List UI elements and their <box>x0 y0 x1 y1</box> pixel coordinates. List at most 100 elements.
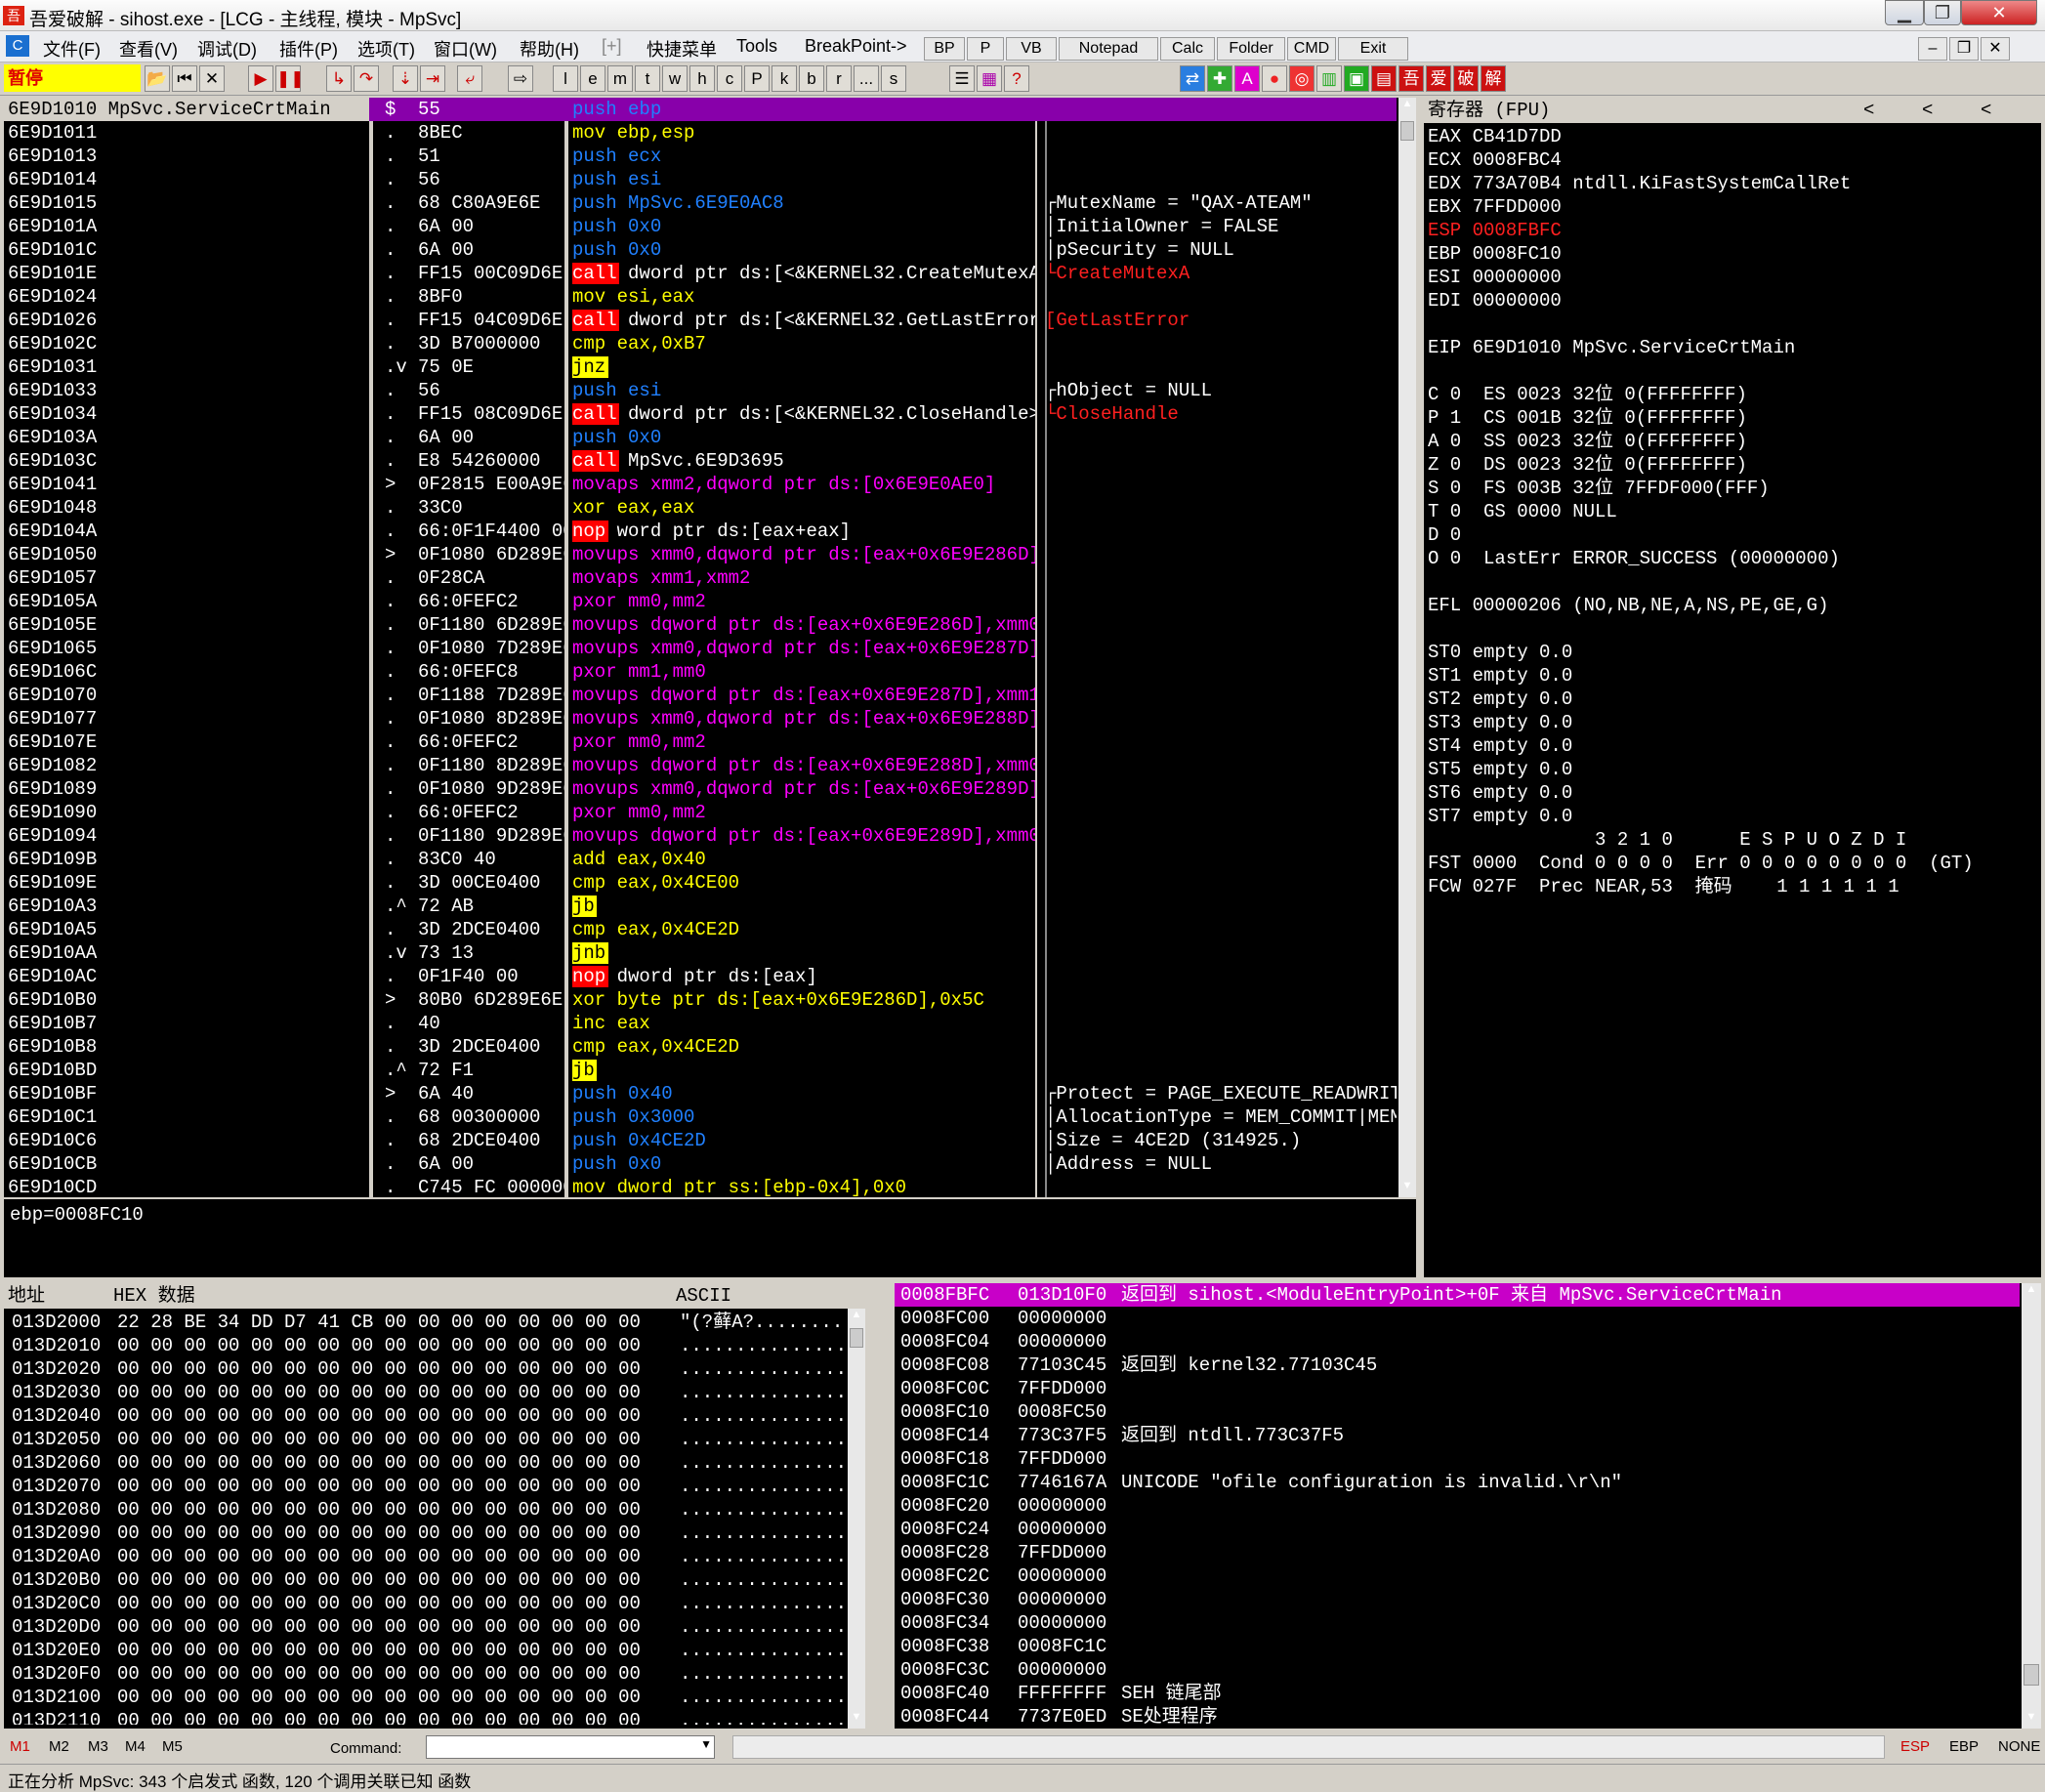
trace-over-icon[interactable]: ⇥ <box>420 65 445 92</box>
dump-row[interactable]: 013D2040 00 00 00 00 00 00 00 00 00 00 00… <box>8 1404 844 1428</box>
disasm-row[interactable]: 6E9D1057. 0F28CA movaps xmm1,xmm2 <box>4 566 1397 590</box>
disasm-row[interactable]: 6E9D101E. FF15 00C09D6E call dword ptr ds:… <box>4 262 1397 285</box>
toolbar-h-button[interactable]: h <box>689 65 715 92</box>
box-icon[interactable]: ▣ <box>1344 65 1369 92</box>
stack-row[interactable]: 0008FC28 7FFDD000 <box>895 1541 2020 1564</box>
disasm-row[interactable]: 6E9D107E. 66:0FEFC2 pxor mm0,mm2 <box>4 730 1397 754</box>
disasm-row[interactable]: 6E9D103A. 6A 00 push 0x0 <box>4 426 1397 449</box>
stack-row[interactable]: 0008FC08 77103C45 返回到 kernel32.77103C45 <box>895 1354 2020 1377</box>
toolbar-t-button[interactable]: t <box>635 65 660 92</box>
menu-tools[interactable]: Tools <box>736 36 777 57</box>
stack-row[interactable]: 0008FC10 0008FC50 <box>895 1400 2020 1424</box>
menu-options[interactable]: 选项(T) <box>357 36 415 62</box>
stack-row[interactable]: 0008FBFC 013D10F0 返回到 sihost.<ModuleEntryP… <box>895 1283 2020 1307</box>
vb-button[interactable]: VB <box>1006 37 1057 61</box>
stack-row[interactable]: 0008FC3C 00000000 <box>895 1658 2020 1682</box>
grid-icon[interactable]: ▦ <box>977 65 1002 92</box>
dump-row[interactable]: 013D2080 00 00 00 00 00 00 00 00 00 00 00… <box>8 1498 844 1521</box>
close-button[interactable]: ✕ <box>1961 0 2037 25</box>
menu-plugins[interactable]: 插件(P) <box>279 36 338 62</box>
disasm-row[interactable]: 6E9D10B8. 3D 2DCE0400 cmp eax,0x4CE2D <box>4 1035 1397 1059</box>
dump-row[interactable]: 013D20C0 00 00 00 00 00 00 00 00 00 00 00… <box>8 1592 844 1615</box>
puzzle-icon[interactable]: ✚ <box>1207 65 1232 92</box>
disasm-row[interactable]: 6E9D1034. FF15 08C09D6E call dword ptr ds:… <box>4 402 1397 426</box>
child-restore-button[interactable]: ❐ <box>1949 37 1979 61</box>
disasm-row[interactable]: 6E9D109E. 3D 00CE0400 cmp eax,0x4CE00 <box>4 871 1397 895</box>
toolbar-b-button[interactable]: b <box>799 65 824 92</box>
disasm-row[interactable]: 6E9D102C. 3D B7000000 cmp eax,0xB7 <box>4 332 1397 355</box>
dump-row[interactable]: 013D20D0 00 00 00 00 00 00 00 00 00 00 00… <box>8 1615 844 1639</box>
reg-none-toggle[interactable]: NONE <box>1998 1738 2040 1755</box>
disasm-row[interactable]: 6E9D1014. 56 push esi <box>4 168 1397 191</box>
disasm-scrollbar[interactable]: ▲ ▼ <box>1398 98 1416 1197</box>
mark-m1[interactable]: M1 <box>10 1738 30 1755</box>
toolbar-p-button[interactable]: P <box>744 65 770 92</box>
bp-button[interactable]: BP <box>924 37 965 61</box>
step-into-icon[interactable]: ↳ <box>326 65 352 92</box>
dump-row[interactable]: 013D20F0 00 00 00 00 00 00 00 00 00 00 00… <box>8 1662 844 1686</box>
toolbar-r-button[interactable]: r <box>826 65 852 92</box>
disasm-row[interactable]: 6E9D1024. 8BF0 mov esi,eax <box>4 285 1397 309</box>
toolbar-l-button[interactable]: l <box>553 65 578 92</box>
reg-ebp-toggle[interactable]: EBP <box>1949 1738 1979 1755</box>
menu-debug[interactable]: 调试(D) <box>197 36 257 62</box>
scroll-up-arrow-icon[interactable]: ▲ <box>2022 1283 2041 1301</box>
disasm-row[interactable]: 6E9D1070. 0F1188 7D289E6E movups dqword pt… <box>4 684 1397 707</box>
disasm-row[interactable]: 6E9D103C. E8 54260000 call MpSvc.6E9D3695 <box>4 449 1397 473</box>
disasm-row[interactable]: 6E9D1050 >0F1080 6D289E6E movups xmm0,dqwo… <box>4 543 1397 566</box>
scroll-thumb[interactable] <box>2024 1664 2039 1686</box>
help-icon[interactable]: ? <box>1004 65 1029 92</box>
toolbar-w-button[interactable]: w <box>662 65 688 92</box>
dump-col-address[interactable]: 地址 <box>8 1283 45 1309</box>
scroll-thumb[interactable] <box>850 1328 863 1348</box>
dump-row[interactable]: 013D2020 00 00 00 00 00 00 00 00 00 00 00… <box>8 1357 844 1381</box>
disasm-row[interactable]: 6E9D1011. 8BEC mov ebp,esp <box>4 121 1397 145</box>
disassembly-pane[interactable]: 6E9D1010 MpSvc.ServiceCrtMain $55 push eb… <box>4 98 1416 1197</box>
disasm-row[interactable]: 6E9D10BF >6A 40 push 0x40 ┌Protect = PAGE_E… <box>4 1082 1397 1105</box>
scroll-down-arrow-icon[interactable]: ▼ <box>848 1711 865 1729</box>
logo-jie-icon[interactable]: 解 <box>1481 65 1506 92</box>
disasm-row[interactable]: 6E9D10B7. 40 inc eax <box>4 1012 1397 1035</box>
disasm-row[interactable]: 6E9D104A. 66:0F1F4400 00 nop word ptr ds:[… <box>4 520 1397 543</box>
refresh-icon[interactable]: ⇄ <box>1180 65 1205 92</box>
dump-pane[interactable]: 地址 HEX 数据 ASCII 013D2000 22 28 BE 34 DD D… <box>4 1283 865 1729</box>
disasm-row[interactable]: 6E9D1013. 51 push ecx <box>4 145 1397 168</box>
disasm-row[interactable]: 6E9D1094. 0F1180 9D289E6E movups dqword pt… <box>4 824 1397 848</box>
step-over-icon[interactable]: ↷ <box>354 65 379 92</box>
mark-m5[interactable]: M5 <box>162 1738 183 1755</box>
scroll-down-arrow-icon[interactable]: ▼ <box>2022 1711 2041 1729</box>
child-close-button[interactable]: ✕ <box>1981 37 2010 61</box>
console-icon[interactable]: ▤ <box>1371 65 1397 92</box>
menu-file[interactable]: 文件(F) <box>43 36 101 62</box>
disasm-row[interactable]: $55 push ebp <box>4 98 1397 121</box>
stack-row[interactable]: 0008FC34 00000000 <box>895 1611 2020 1635</box>
menu-plus[interactable]: [+] <box>602 36 622 57</box>
command-input[interactable]: ▼ <box>426 1735 715 1759</box>
disasm-row[interactable]: 6E9D109B. 83C0 40 add eax,0x40 <box>4 848 1397 871</box>
disasm-row[interactable]: 6E9D1015. 68 C80A9E6E push MpSvc.6E9E0AC8 ┌… <box>4 191 1397 215</box>
menu-window[interactable]: 窗口(W) <box>434 36 497 62</box>
dump-row[interactable]: 013D2100 00 00 00 00 00 00 00 00 00 00 00… <box>8 1686 844 1709</box>
dump-row[interactable]: 013D2050 00 00 00 00 00 00 00 00 00 00 00… <box>8 1428 844 1451</box>
logo-ai-icon[interactable]: 爱 <box>1426 65 1451 92</box>
stack-row[interactable]: 0008FC1C 7746167A UNICODE "ofile configura… <box>895 1471 2020 1494</box>
reg-esp-toggle[interactable]: ESP <box>1900 1738 1930 1755</box>
dump-row[interactable]: 013D2060 00 00 00 00 00 00 00 00 00 00 00… <box>8 1451 844 1475</box>
execute-till-return-icon[interactable]: ⤶ <box>457 65 482 92</box>
dump-row[interactable]: 013D2070 00 00 00 00 00 00 00 00 00 00 00… <box>8 1475 844 1498</box>
scroll-down-arrow-icon[interactable]: ▼ <box>1398 1180 1416 1197</box>
disasm-row[interactable]: 6E9D10AC. 0F1F40 00 nop dword ptr ds:[eax] <box>4 965 1397 988</box>
disasm-row[interactable]: 6E9D10A5. 3D 2DCE0400 cmp eax,0x4CE2D <box>4 918 1397 941</box>
mark-m4[interactable]: M4 <box>125 1738 146 1755</box>
disasm-row[interactable]: 6E9D1065. 0F1080 7D289E6E movups xmm0,dqwo… <box>4 637 1397 660</box>
logo-po-icon[interactable]: 破 <box>1453 65 1479 92</box>
toolbar-k-button[interactable]: k <box>772 65 797 92</box>
disasm-row[interactable]: 6E9D10BD .^ 72 F1 jb short MpSvc.6E9D10B0 <box>4 1059 1397 1082</box>
registers-pane[interactable]: 寄存器 (FPU) < < < EAX CB41D7DD ECX 0008FBC4… <box>1424 98 2041 1277</box>
p-button[interactable]: P <box>967 37 1004 61</box>
stack-row[interactable]: 0008FC30 00000000 <box>895 1588 2020 1611</box>
toolbar-s-button[interactable]: s <box>881 65 906 92</box>
cmd-button[interactable]: CMD <box>1287 37 1336 61</box>
trace-into-icon[interactable]: ⇣ <box>393 65 418 92</box>
disasm-row[interactable]: 6E9D105E. 0F1180 6D289E6E movups dqword pt… <box>4 613 1397 637</box>
